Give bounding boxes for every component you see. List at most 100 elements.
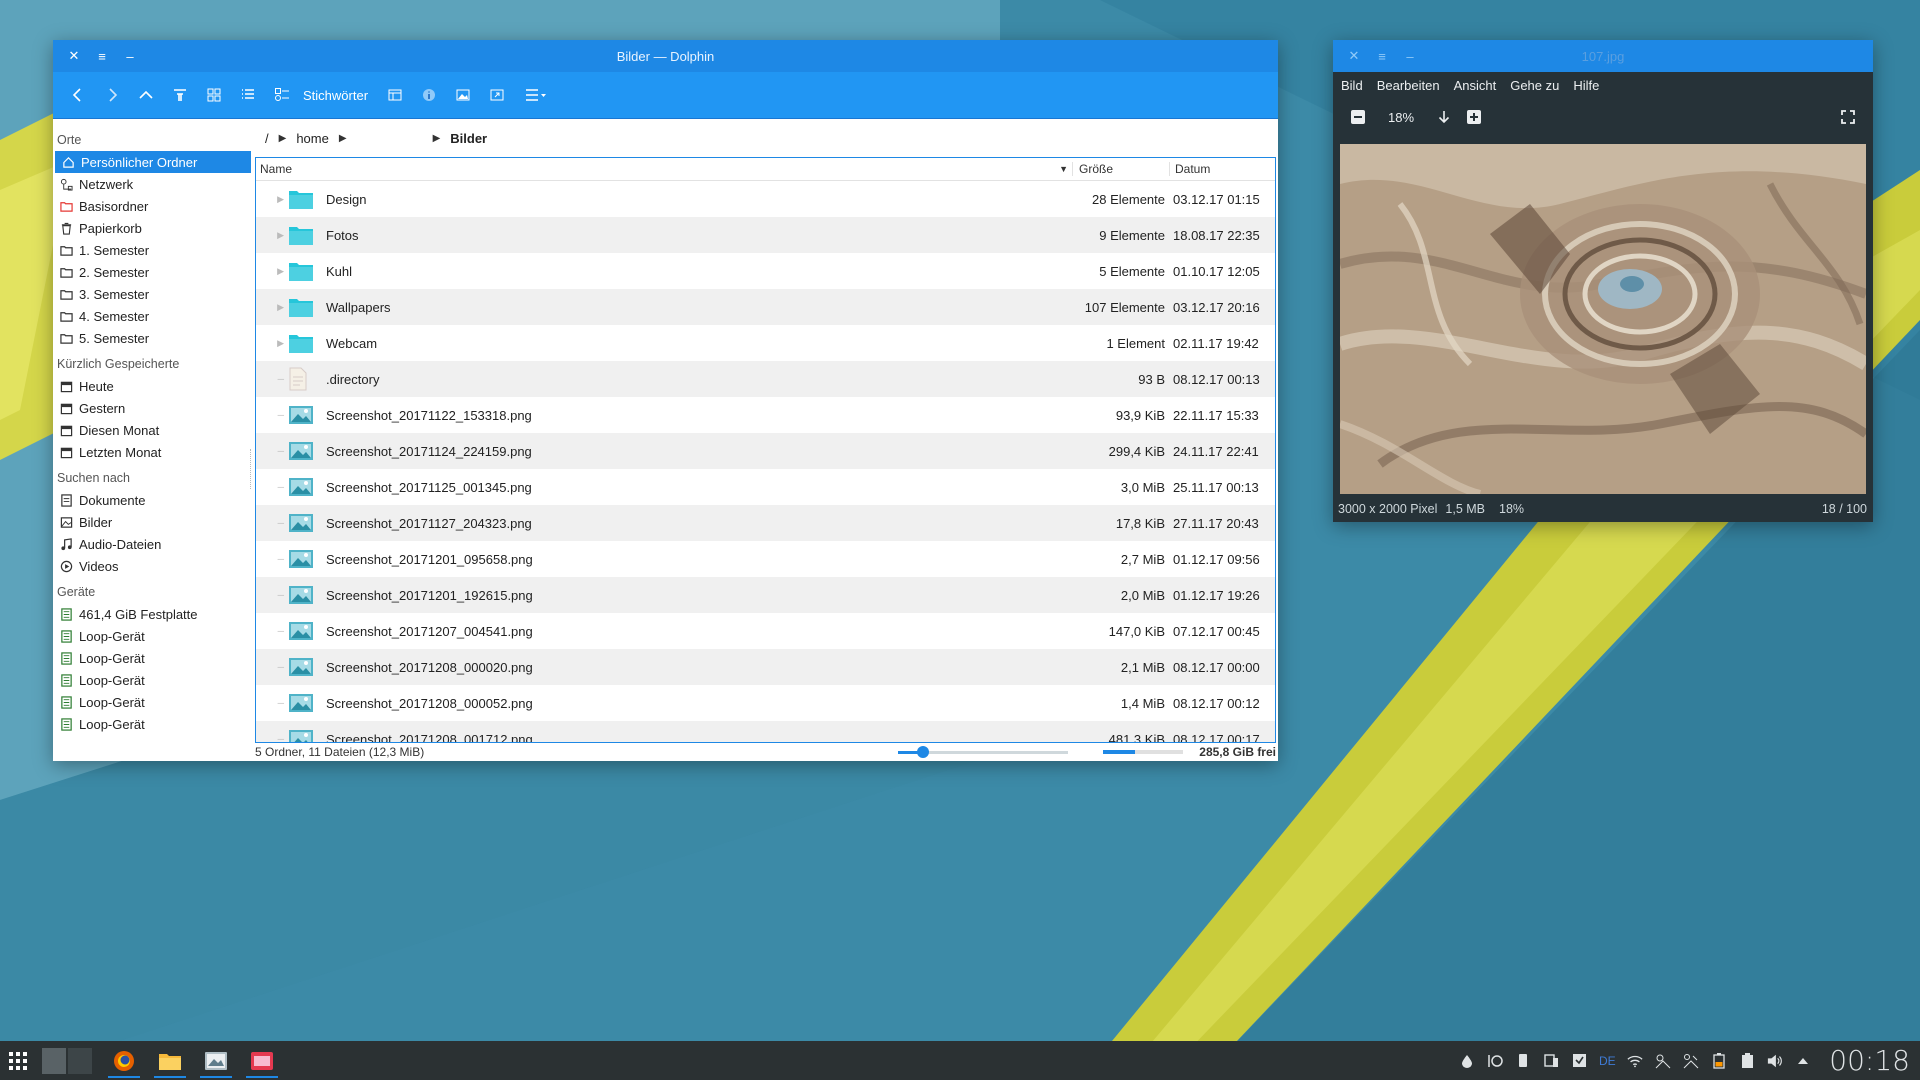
- file-row[interactable]: ─ Screenshot_20171122_153318.png 93,9 KiB 2…: [256, 397, 1275, 433]
- file-row[interactable]: ─ Screenshot_20171208_000052.png 1,4 MiB 08…: [256, 685, 1275, 721]
- menu-item[interactable]: Ansicht: [1454, 78, 1497, 93]
- bluetooth-icon[interactable]: [1683, 1053, 1699, 1069]
- phone-icon[interactable]: [1515, 1053, 1531, 1069]
- menu-icon[interactable]: ≡: [91, 45, 113, 67]
- places-item[interactable]: 4. Semester: [53, 305, 253, 327]
- column-size[interactable]: Größe: [1072, 162, 1169, 176]
- places-item[interactable]: Dokumente: [53, 489, 253, 511]
- expand-arrow-icon[interactable]: ▶: [256, 266, 288, 277]
- expand-arrow-icon[interactable]: ▶: [256, 338, 288, 349]
- breadcrumb-root[interactable]: /: [265, 131, 269, 146]
- minimize-icon[interactable]: –: [119, 45, 141, 67]
- network-icon[interactable]: [1655, 1053, 1671, 1069]
- places-item[interactable]: Netzwerk: [53, 173, 253, 195]
- drop-icon[interactable]: [1459, 1053, 1475, 1069]
- places-item[interactable]: Loop-Gerät: [53, 647, 253, 669]
- expand-arrow-icon[interactable]: ▶: [256, 302, 288, 313]
- places-item[interactable]: Basisordner: [53, 195, 253, 217]
- filter-icon[interactable]: [165, 80, 195, 110]
- minimize-icon[interactable]: –: [1399, 45, 1421, 67]
- places-item[interactable]: Videos: [53, 555, 253, 577]
- file-manager-icon[interactable]: [150, 1041, 190, 1080]
- file-row[interactable]: ─ Screenshot_20171208_000020.png 2,1 MiB 08…: [256, 649, 1275, 685]
- column-name[interactable]: Name ▼: [256, 162, 1072, 176]
- image-viewer-icon[interactable]: [196, 1041, 236, 1080]
- file-row[interactable]: ─ Screenshot_20171208_001712.png 481,3 KiB…: [256, 721, 1275, 742]
- places-item[interactable]: Loop-Gerät: [53, 669, 253, 691]
- places-item[interactable]: Bilder: [53, 511, 253, 533]
- menu-item[interactable]: Gehe zu: [1510, 78, 1559, 93]
- wifi-icon[interactable]: [1627, 1053, 1643, 1069]
- file-row[interactable]: ─ Screenshot_20171207_004541.png 147,0 KiB…: [256, 613, 1275, 649]
- battery-icon[interactable]: [1711, 1052, 1727, 1069]
- menu-item[interactable]: Bearbeiten: [1377, 78, 1440, 93]
- places-item[interactable]: Audio-Dateien: [53, 533, 253, 555]
- places-item[interactable]: 1. Semester: [53, 239, 253, 261]
- file-row[interactable]: ─ Screenshot_20171125_001345.png 3,0 MiB 25…: [256, 469, 1275, 505]
- places-item[interactable]: Diesen Monat: [53, 419, 253, 441]
- places-item[interactable]: 5. Semester: [53, 327, 253, 349]
- hamburger-menu-icon[interactable]: [516, 80, 556, 110]
- places-item[interactable]: 3. Semester: [53, 283, 253, 305]
- keyboard-layout[interactable]: DE: [1599, 1053, 1616, 1069]
- places-item[interactable]: 461,4 GiB Festplatte: [53, 603, 253, 625]
- back-icon[interactable]: [63, 80, 93, 110]
- clock[interactable]: 00:18: [1829, 1044, 1910, 1077]
- file-row[interactable]: ─ .directory 93 B 08.12.17 00:13: [256, 361, 1275, 397]
- menu-item[interactable]: Hilfe: [1573, 78, 1599, 93]
- desktop-2[interactable]: [68, 1047, 92, 1074]
- column-date[interactable]: Datum: [1169, 162, 1275, 176]
- viewer-titlebar[interactable]: ✕ ≡ – 107.jpg: [1333, 40, 1873, 72]
- dolphin-titlebar[interactable]: ✕ ≡ – Bilder — Dolphin: [53, 40, 1278, 72]
- compact-view-icon[interactable]: [233, 80, 263, 110]
- split-view-icon[interactable]: [482, 80, 512, 110]
- expand-arrow-icon[interactable]: ▶: [256, 230, 288, 241]
- expand-arrow-icon[interactable]: [1795, 1053, 1811, 1069]
- places-item[interactable]: Heute: [53, 375, 253, 397]
- folder-row[interactable]: ▶ Design 28 Elemente 03.12.17 01:15: [256, 181, 1275, 217]
- firefox-icon[interactable]: [104, 1041, 144, 1080]
- breadcrumb-home[interactable]: home: [296, 131, 329, 146]
- forward-icon[interactable]: [97, 80, 127, 110]
- preview-icon[interactable]: [448, 80, 478, 110]
- plasma-icon[interactable]: [1487, 1053, 1504, 1069]
- clipboard-tray-icon[interactable]: [1739, 1052, 1755, 1069]
- expand-arrow-icon[interactable]: ▶: [256, 194, 288, 205]
- kdeconnect-icon[interactable]: [1543, 1053, 1559, 1069]
- zoom-level[interactable]: 18%: [1373, 110, 1429, 125]
- chevron-right-icon[interactable]: ▶: [433, 133, 441, 144]
- folder-row[interactable]: ▶ Kuhl 5 Elemente 01.10.17 12:05: [256, 253, 1275, 289]
- file-row[interactable]: ─ Screenshot_20171201_192615.png 2,0 MiB 01…: [256, 577, 1275, 613]
- desktop-1[interactable]: [42, 1047, 66, 1074]
- panel-icon[interactable]: [380, 80, 410, 110]
- menu-icon[interactable]: ≡: [1371, 45, 1393, 67]
- chevron-right-icon[interactable]: ▶: [339, 133, 347, 144]
- details-view-icon[interactable]: [267, 80, 297, 110]
- places-item[interactable]: Loop-Gerät: [53, 713, 253, 735]
- places-item[interactable]: 2. Semester: [53, 261, 253, 283]
- app-launcher-icon[interactable]: [0, 1041, 36, 1080]
- displayed-image[interactable]: [1340, 144, 1866, 494]
- icons-view-icon[interactable]: [199, 80, 229, 110]
- zoom-out-icon[interactable]: [1343, 110, 1373, 124]
- fullscreen-icon[interactable]: [1833, 110, 1863, 124]
- tags-label[interactable]: Stichwörter: [303, 88, 368, 103]
- up-icon[interactable]: [131, 80, 161, 110]
- folder-row[interactable]: ▶ Fotos 9 Elemente 18.08.17 22:35: [256, 217, 1275, 253]
- breadcrumb-current[interactable]: Bilder: [450, 131, 487, 146]
- screenshot-icon[interactable]: [242, 1041, 282, 1080]
- zoom-fit-icon[interactable]: [1429, 110, 1459, 124]
- close-icon[interactable]: ✕: [63, 45, 85, 67]
- volume-icon[interactable]: [1767, 1053, 1783, 1069]
- folder-row[interactable]: ▶ Wallpapers 107 Elemente 03.12.17 20:16: [256, 289, 1275, 325]
- file-row[interactable]: ─ Screenshot_20171124_224159.png 299,4 KiB…: [256, 433, 1275, 469]
- places-item[interactable]: Gestern: [53, 397, 253, 419]
- file-row[interactable]: ─ Screenshot_20171127_204323.png 17,8 KiB 2…: [256, 505, 1275, 541]
- places-item[interactable]: Loop-Gerät: [53, 625, 253, 647]
- places-item[interactable]: Persönlicher Ordner: [55, 151, 251, 173]
- file-row[interactable]: ─ Screenshot_20171201_095658.png 2,7 MiB 01…: [256, 541, 1275, 577]
- zoom-slider-handle[interactable]: [917, 746, 930, 758]
- zoom-slider[interactable]: [898, 746, 1068, 758]
- chevron-right-icon[interactable]: ▶: [279, 133, 287, 144]
- menu-item[interactable]: Bild: [1341, 78, 1363, 93]
